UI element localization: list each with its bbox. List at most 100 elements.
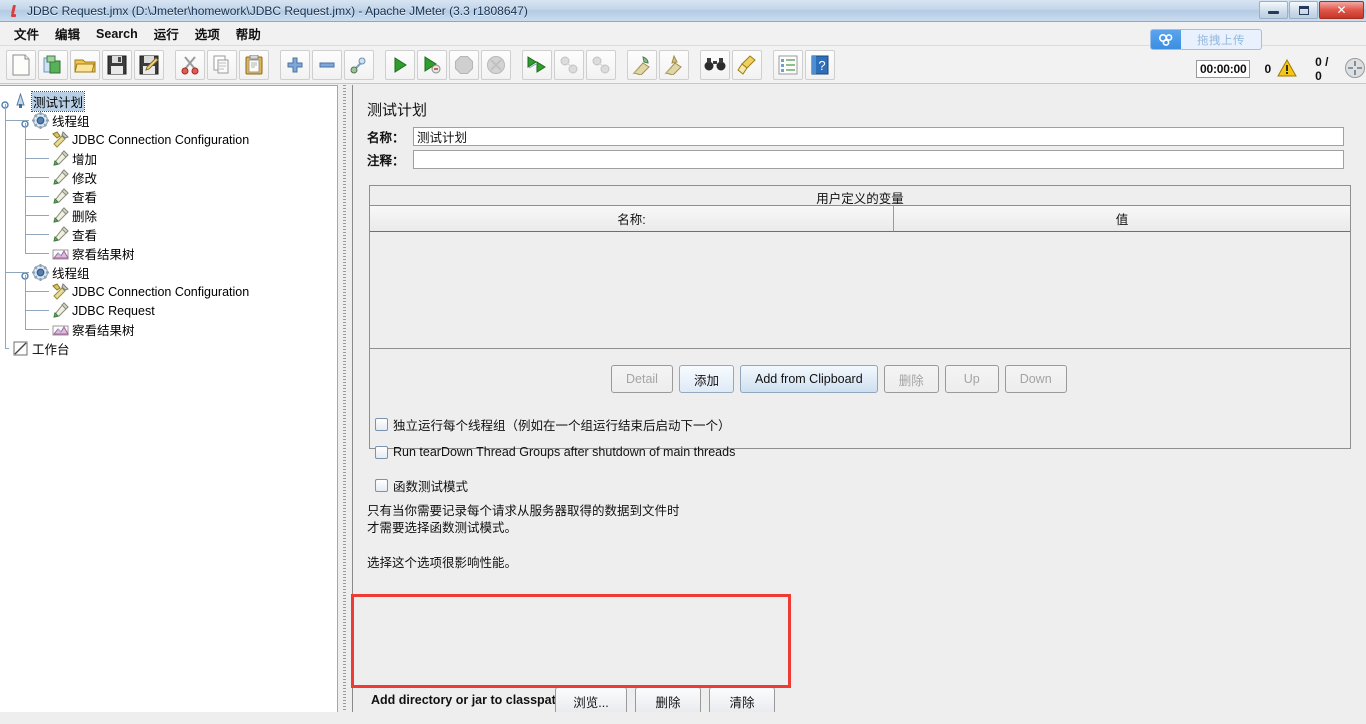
- toolbar-save-as[interactable]: [134, 49, 164, 80]
- toolbar-stop[interactable]: [449, 49, 479, 80]
- toolbar-shutdown[interactable]: [481, 49, 511, 80]
- browse-button[interactable]: 浏览...: [555, 687, 627, 715]
- classpath-delete-button[interactable]: 删除: [635, 687, 701, 715]
- toolbar-remote-stop-all[interactable]: [554, 49, 584, 80]
- window-title: JDBC Request.jmx (D:\Jmeter\homework\JDB…: [27, 3, 528, 18]
- user-defined-variables-table[interactable]: 名称: 值: [369, 205, 1351, 349]
- close-button[interactable]: ✕: [1319, 1, 1364, 19]
- name-input[interactable]: [413, 127, 1344, 146]
- toolbar-search[interactable]: [700, 49, 730, 80]
- tree-guide-tick: [25, 329, 49, 330]
- menu-help[interactable]: 帮助: [228, 21, 269, 46]
- toolbar-open[interactable]: [70, 49, 100, 80]
- toolbar-separator: [375, 50, 384, 80]
- tree-node-label: 线程组: [52, 267, 90, 281]
- toolbar-start-no-pauses[interactable]: [417, 49, 447, 80]
- bottom-filler: [0, 712, 1366, 724]
- tree-guide-tick: [25, 177, 49, 178]
- tree-node[interactable]: 删除: [0, 206, 337, 225]
- functional-test-mode-row[interactable]: 函数测试模式: [375, 476, 468, 495]
- menu-file[interactable]: 文件: [6, 21, 47, 46]
- tree-node-label: 工作台: [32, 343, 70, 357]
- toolbar-copy[interactable]: [207, 49, 237, 80]
- menu-run[interactable]: 运行: [146, 21, 187, 46]
- run-teardown-checkbox[interactable]: [375, 445, 388, 459]
- tree-node[interactable]: 查看: [0, 187, 337, 206]
- tree-node[interactable]: 测试计划: [0, 91, 337, 112]
- toolbar-clear-all[interactable]: [659, 49, 689, 80]
- serialize-thread-groups-row[interactable]: 独立运行每个线程组（例如在一个组运行结束后启动下一个）: [375, 415, 731, 434]
- comment-input[interactable]: [413, 150, 1344, 169]
- classpath-clear-button[interactable]: 清除: [709, 687, 775, 715]
- add-from-clipboard-button[interactable]: Add from Clipboard: [739, 365, 878, 393]
- refresh-circle-icon[interactable]: [1344, 57, 1366, 82]
- toolbar-separator: [165, 50, 174, 80]
- panel-splitter[interactable]: [339, 85, 351, 724]
- down-button[interactable]: Down: [1004, 365, 1067, 393]
- serialize-thread-groups-checkbox[interactable]: [375, 418, 388, 431]
- column-header-value[interactable]: 值: [894, 206, 1350, 232]
- tree-node[interactable]: 察看结果树: [0, 320, 337, 339]
- toolbar-templates[interactable]: [38, 49, 68, 80]
- warning-triangle-icon[interactable]: [1277, 58, 1297, 80]
- table-body[interactable]: [370, 232, 1350, 348]
- tree-guide-tick: [25, 310, 49, 311]
- tree-node-label: JDBC Connection Configuration: [72, 284, 250, 299]
- drag-upload-widget[interactable]: 拖拽上传: [1150, 29, 1262, 50]
- menu-edit[interactable]: 编辑: [47, 21, 88, 46]
- toolbar: ?: [0, 46, 1366, 84]
- tree-node[interactable]: 线程组: [0, 111, 337, 130]
- test-plan-tree[interactable]: 测试计划 线程组 JDBC Connection Configuration 增加 修改…: [0, 85, 338, 724]
- tree-node[interactable]: JDBC Connection Configuration: [0, 130, 337, 149]
- error-count: 0: [1264, 62, 1272, 76]
- sampler-pencil-icon: [52, 150, 69, 167]
- classpath-button-row: 浏览... 删除 清除: [555, 687, 775, 715]
- help-text-line-3: 选择这个选项很影响性能。: [367, 556, 518, 570]
- toolbar-separator: [690, 50, 699, 80]
- toolbar-remote-shutdown-all[interactable]: [586, 49, 616, 80]
- toolbar-toggle[interactable]: [344, 49, 374, 80]
- toolbar-save[interactable]: [102, 49, 132, 80]
- sampler-pencil-icon: [52, 169, 69, 186]
- tree-guide-tick: [25, 215, 49, 216]
- tree-guide-tick: [25, 196, 49, 197]
- tree-node[interactable]: 线程组: [0, 263, 337, 282]
- menu-search[interactable]: Search: [88, 24, 146, 44]
- help-text-line-1: 只有当你需要记录每个请求从服务器取得的数据到文件时: [367, 504, 680, 518]
- toolbar-remote-start-all[interactable]: [522, 49, 552, 80]
- tree-node[interactable]: 察看结果树: [0, 244, 337, 263]
- toolbar-function-helper[interactable]: [773, 49, 803, 80]
- column-header-name[interactable]: 名称:: [370, 206, 894, 232]
- toolbar-cut[interactable]: [175, 49, 205, 80]
- tree-node-label: 查看: [72, 229, 98, 243]
- tree-node[interactable]: 查看: [0, 225, 337, 244]
- tree-node[interactable]: 修改: [0, 168, 337, 187]
- toolbar-new[interactable]: [6, 49, 36, 80]
- menu-options[interactable]: 选项: [187, 21, 228, 46]
- tree-node[interactable]: JDBC Connection Configuration: [0, 282, 337, 301]
- tree-node-label: 查看: [72, 191, 98, 205]
- toolbar-start[interactable]: [385, 49, 415, 80]
- tree-node-label: 增加: [72, 153, 98, 167]
- up-button[interactable]: Up: [944, 365, 999, 393]
- toolbar-separator: [617, 50, 626, 80]
- test-plan-editor: 测试计划 名称： 注释： 用户定义的变量 名称: 值 Detail 添加 Add…: [352, 85, 1366, 724]
- table-header-row: 名称: 值: [370, 206, 1350, 232]
- tree-node[interactable]: 工作台: [0, 339, 337, 358]
- tree-node[interactable]: JDBC Request: [0, 301, 337, 320]
- restore-button[interactable]: [1289, 1, 1318, 19]
- toolbar-paste[interactable]: [239, 49, 269, 80]
- run-teardown-row[interactable]: Run tearDown Thread Groups after shutdow…: [375, 445, 735, 459]
- delete-button[interactable]: 删除: [883, 365, 939, 393]
- toolbar-clear[interactable]: [627, 49, 657, 80]
- toolbar-help[interactable]: ?: [805, 49, 835, 80]
- toolbar-expand-all[interactable]: [280, 49, 310, 80]
- add-button[interactable]: 添加: [678, 365, 734, 393]
- toolbar-collapse-all[interactable]: [312, 49, 342, 80]
- minimize-button[interactable]: [1259, 1, 1288, 19]
- toolbar-reset-search[interactable]: [732, 49, 762, 80]
- udv-button-row: Detail 添加 Add from Clipboard 删除 Up Down: [611, 365, 1067, 393]
- functional-test-mode-checkbox[interactable]: [375, 479, 388, 492]
- tree-node[interactable]: 增加: [0, 149, 337, 168]
- detail-button[interactable]: Detail: [611, 365, 673, 393]
